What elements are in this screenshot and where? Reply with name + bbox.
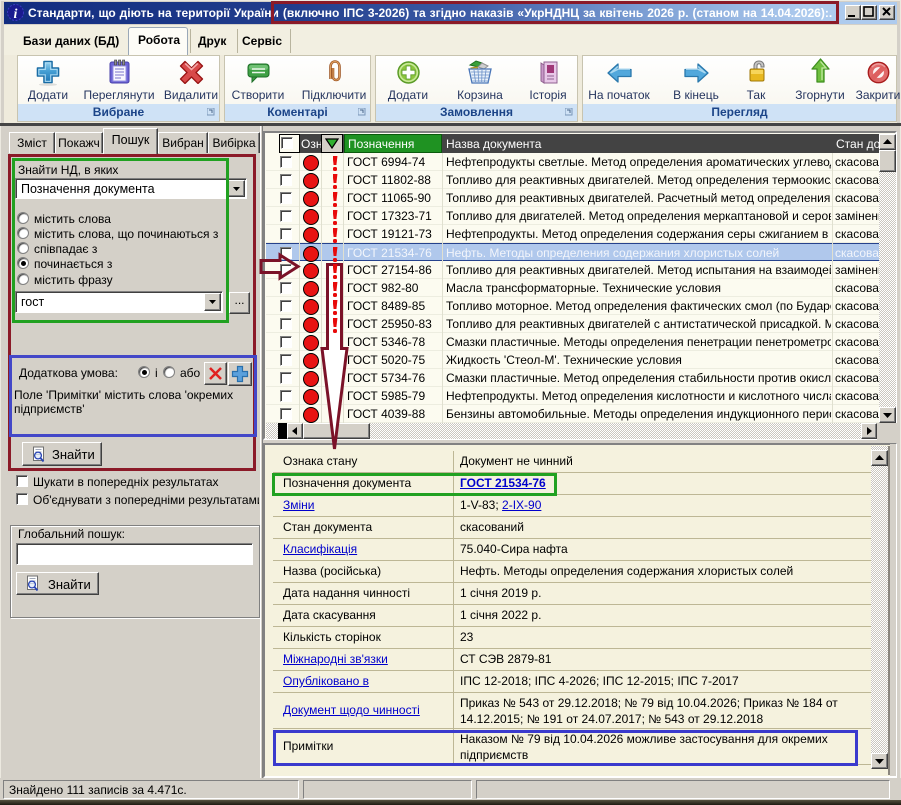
svg-text:i: i	[14, 7, 18, 21]
